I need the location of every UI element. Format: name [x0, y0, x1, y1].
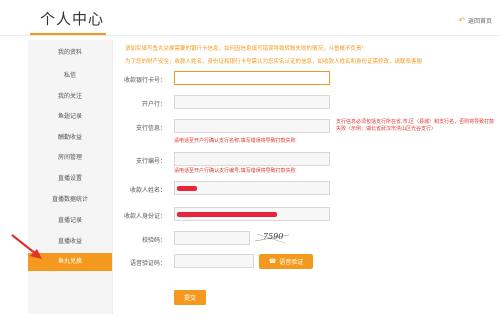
- payee-name-label: 收款人姓名：: [129, 187, 166, 194]
- back-arrow-icon: ↶: [458, 15, 465, 25]
- page-header: 个人中心 ↶ 返回首页: [0, 0, 500, 36]
- voice-code-label: 语音验证码：: [129, 260, 166, 267]
- sidebar-item-fins-record[interactable]: 鱼翅记录: [28, 111, 112, 120]
- captcha-input[interactable]: [174, 231, 250, 245]
- back-home-label: 返回首页: [467, 18, 492, 25]
- captcha-text: 7590: [263, 232, 284, 241]
- notice-line-2: 为了您的财产安全，收款人姓名，身份证和银行卡号需认为您实名认证的信息，如收款人姓…: [125, 59, 423, 65]
- notice-line-1: 请如实填写鱼丸兑换需要的银行卡信息，如何因信息填写错误导致转账失败的情况，斗鱼概…: [125, 46, 368, 52]
- voice-verify-button[interactable]: ☎ 语音验证: [259, 254, 313, 269]
- payee-id-label: 收款人身份证：: [123, 213, 166, 220]
- back-home-link[interactable]: ↶ 返回首页: [458, 16, 492, 25]
- captcha-label: 校验码：: [141, 237, 166, 244]
- branch-info-hint: 支行信息必须包括支行所在省,市,区（县城）和支行名，否则将导致打款失败（示例：湖…: [336, 119, 495, 132]
- sidebar-divider: [112, 40, 113, 314]
- submit-button[interactable]: 提交: [174, 290, 206, 305]
- captcha-image[interactable]: 7590: [255, 231, 289, 245]
- card-number-label: 收款银行卡号：: [123, 77, 166, 84]
- branch-info-label: 支行信息：: [135, 125, 166, 132]
- sidebar-item-reward-income[interactable]: 酬勤收益: [28, 132, 112, 141]
- branch-info-input[interactable]: [174, 119, 330, 133]
- bank-input[interactable]: [174, 95, 330, 109]
- branch-code-input[interactable]: [174, 152, 330, 166]
- voice-code-input[interactable]: [174, 254, 254, 268]
- card-number-input[interactable]: [174, 71, 330, 85]
- branch-code-label: 支行编号：: [135, 158, 166, 165]
- branch-name-hint: 请电话至开户行确认支行名称,填写错误将导致打款失败: [174, 138, 296, 144]
- page-title: 个人中心: [40, 10, 105, 28]
- sidebar-item-profile[interactable]: 我的资料: [28, 47, 112, 56]
- voice-verify-label: 语音验证: [279, 260, 304, 266]
- phone-icon: ☎: [268, 259, 277, 265]
- sidebar-item-live-settings[interactable]: 直播设置: [28, 173, 112, 182]
- sidebar-item-live-stats[interactable]: 直播数据统计: [28, 194, 112, 203]
- payee-id-input[interactable]: [174, 207, 330, 221]
- annotation-arrow-icon: [11, 234, 42, 259]
- sidebar-item-live-records[interactable]: 直播记录: [28, 215, 112, 224]
- sidebar-item-room-management[interactable]: 房间管理: [28, 152, 112, 161]
- payee-name-input[interactable]: [174, 181, 330, 195]
- redaction-mark: [177, 186, 197, 191]
- sidebar: 我的资料 私信 我的关注 鱼翅记录 酬勤收益 房间管理 直播设置 直播数据统计 …: [28, 40, 112, 314]
- bank-label: 开户行：: [141, 101, 166, 108]
- redaction-mark: [177, 212, 277, 217]
- sidebar-item-following[interactable]: 我的关注: [28, 91, 112, 100]
- title-underline: [30, 33, 106, 35]
- sidebar-item-messages[interactable]: 私信: [28, 70, 112, 79]
- branch-code-hint: 请电话至开户行确认支行编号,填写错误将导致打款失败: [174, 168, 296, 174]
